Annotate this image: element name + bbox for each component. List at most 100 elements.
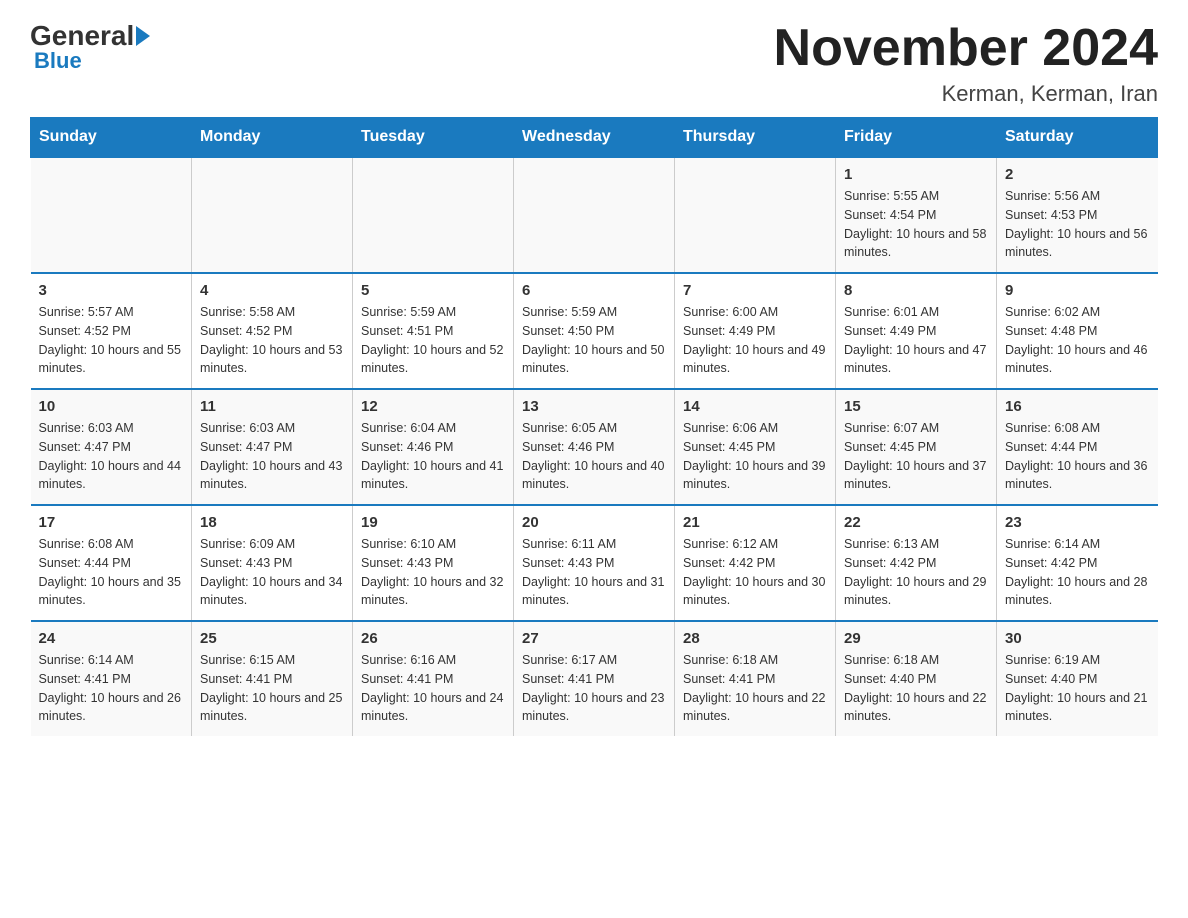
calendar-day-26: 26 Sunrise: 6:16 AMSunset: 4:41 PMDayligh… xyxy=(353,621,514,736)
calendar-day-18: 18 Sunrise: 6:09 AMSunset: 4:43 PMDayligh… xyxy=(192,505,353,621)
day-info: Sunrise: 6:08 AMSunset: 4:44 PMDaylight:… xyxy=(1005,419,1150,494)
day-number: 11 xyxy=(200,398,344,415)
weekday-header-thursday: Thursday xyxy=(675,118,836,158)
day-info: Sunrise: 6:03 AMSunset: 4:47 PMDaylight:… xyxy=(39,419,184,494)
day-number: 14 xyxy=(683,398,827,415)
logo-blue-text: Blue xyxy=(34,48,82,74)
day-info: Sunrise: 6:00 AMSunset: 4:49 PMDaylight:… xyxy=(683,303,827,378)
day-number: 4 xyxy=(200,282,344,299)
day-info: Sunrise: 6:03 AMSunset: 4:47 PMDaylight:… xyxy=(200,419,344,494)
calendar-day-7: 7 Sunrise: 6:00 AMSunset: 4:49 PMDaylight… xyxy=(675,273,836,389)
day-number: 12 xyxy=(361,398,505,415)
day-info: Sunrise: 5:59 AMSunset: 4:51 PMDaylight:… xyxy=(361,303,505,378)
day-info: Sunrise: 6:13 AMSunset: 4:42 PMDaylight:… xyxy=(844,535,988,610)
day-info: Sunrise: 5:59 AMSunset: 4:50 PMDaylight:… xyxy=(522,303,666,378)
day-info: Sunrise: 6:08 AMSunset: 4:44 PMDaylight:… xyxy=(39,535,184,610)
calendar-day-15: 15 Sunrise: 6:07 AMSunset: 4:45 PMDayligh… xyxy=(836,389,997,505)
day-number: 19 xyxy=(361,514,505,531)
day-number: 20 xyxy=(522,514,666,531)
day-info: Sunrise: 6:19 AMSunset: 4:40 PMDaylight:… xyxy=(1005,651,1150,726)
calendar-day-19: 19 Sunrise: 6:10 AMSunset: 4:43 PMDayligh… xyxy=(353,505,514,621)
calendar-week-row: 1Sunrise: 5:55 AMSunset: 4:54 PMDaylight… xyxy=(31,157,1158,273)
calendar-day-5: 5 Sunrise: 5:59 AMSunset: 4:51 PMDaylight… xyxy=(353,273,514,389)
day-info: Sunrise: 6:16 AMSunset: 4:41 PMDaylight:… xyxy=(361,651,505,726)
day-info: Sunrise: 6:14 AMSunset: 4:42 PMDaylight:… xyxy=(1005,535,1150,610)
calendar-day-8: 8Sunrise: 6:01 AMSunset: 4:49 PMDaylight… xyxy=(836,273,997,389)
calendar-week-row: 17 Sunrise: 6:08 AMSunset: 4:44 PMDayligh… xyxy=(31,505,1158,621)
calendar-day-2: 2 Sunrise: 5:56 AMSunset: 4:53 PMDaylight… xyxy=(997,157,1158,273)
calendar-day-4: 4 Sunrise: 5:58 AMSunset: 4:52 PMDaylight… xyxy=(192,273,353,389)
day-info: Sunrise: 6:10 AMSunset: 4:43 PMDaylight:… xyxy=(361,535,505,610)
calendar-day-28: 28 Sunrise: 6:18 AMSunset: 4:41 PMDayligh… xyxy=(675,621,836,736)
calendar-day-11: 11 Sunrise: 6:03 AMSunset: 4:47 PMDayligh… xyxy=(192,389,353,505)
day-info: Sunrise: 5:57 AMSunset: 4:52 PMDaylight:… xyxy=(39,303,184,378)
day-number: 22 xyxy=(844,514,988,531)
calendar-day-14: 14 Sunrise: 6:06 AMSunset: 4:45 PMDayligh… xyxy=(675,389,836,505)
day-number: 10 xyxy=(39,398,184,415)
page-header: General Blue November 2024 Kerman, Kerma… xyxy=(30,20,1158,107)
day-number: 26 xyxy=(361,630,505,647)
day-number: 16 xyxy=(1005,398,1150,415)
weekday-header-saturday: Saturday xyxy=(997,118,1158,158)
weekday-header-tuesday: Tuesday xyxy=(353,118,514,158)
calendar-week-row: 24Sunrise: 6:14 AMSunset: 4:41 PMDayligh… xyxy=(31,621,1158,736)
calendar-day-27: 27 Sunrise: 6:17 AMSunset: 4:41 PMDayligh… xyxy=(514,621,675,736)
calendar-empty-cell xyxy=(192,157,353,273)
day-number: 17 xyxy=(39,514,184,531)
day-number: 23 xyxy=(1005,514,1150,531)
calendar-table: SundayMondayTuesdayWednesdayThursdayFrid… xyxy=(30,117,1158,736)
calendar-week-row: 3Sunrise: 5:57 AMSunset: 4:52 PMDaylight… xyxy=(31,273,1158,389)
day-number: 27 xyxy=(522,630,666,647)
day-info: Sunrise: 6:17 AMSunset: 4:41 PMDaylight:… xyxy=(522,651,666,726)
day-info: Sunrise: 6:07 AMSunset: 4:45 PMDaylight:… xyxy=(844,419,988,494)
day-number: 15 xyxy=(844,398,988,415)
month-title: November 2024 xyxy=(774,20,1158,77)
calendar-empty-cell xyxy=(675,157,836,273)
weekday-header-friday: Friday xyxy=(836,118,997,158)
day-number: 2 xyxy=(1005,166,1150,183)
weekday-header-sunday: Sunday xyxy=(31,118,192,158)
calendar-day-10: 10 Sunrise: 6:03 AMSunset: 4:47 PMDayligh… xyxy=(31,389,192,505)
calendar-day-29: 29 Sunrise: 6:18 AMSunset: 4:40 PMDayligh… xyxy=(836,621,997,736)
day-number: 29 xyxy=(844,630,988,647)
day-number: 8 xyxy=(844,282,988,299)
weekday-header-monday: Monday xyxy=(192,118,353,158)
calendar-day-23: 23 Sunrise: 6:14 AMSunset: 4:42 PMDayligh… xyxy=(997,505,1158,621)
calendar-day-24: 24Sunrise: 6:14 AMSunset: 4:41 PMDayligh… xyxy=(31,621,192,736)
day-number: 28 xyxy=(683,630,827,647)
calendar-day-1: 1Sunrise: 5:55 AMSunset: 4:54 PMDaylight… xyxy=(836,157,997,273)
weekday-header-wednesday: Wednesday xyxy=(514,118,675,158)
day-info: Sunrise: 5:55 AMSunset: 4:54 PMDaylight:… xyxy=(844,187,988,262)
calendar-empty-cell xyxy=(353,157,514,273)
calendar-header-row: SundayMondayTuesdayWednesdayThursdayFrid… xyxy=(31,118,1158,158)
day-number: 18 xyxy=(200,514,344,531)
day-info: Sunrise: 6:04 AMSunset: 4:46 PMDaylight:… xyxy=(361,419,505,494)
day-info: Sunrise: 5:56 AMSunset: 4:53 PMDaylight:… xyxy=(1005,187,1150,262)
day-number: 5 xyxy=(361,282,505,299)
calendar-empty-cell xyxy=(514,157,675,273)
day-info: Sunrise: 6:09 AMSunset: 4:43 PMDaylight:… xyxy=(200,535,344,610)
logo: General Blue xyxy=(30,20,152,74)
day-number: 25 xyxy=(200,630,344,647)
calendar-day-25: 25Sunrise: 6:15 AMSunset: 4:41 PMDayligh… xyxy=(192,621,353,736)
day-number: 7 xyxy=(683,282,827,299)
day-info: Sunrise: 6:14 AMSunset: 4:41 PMDaylight:… xyxy=(39,651,184,726)
calendar-week-row: 10 Sunrise: 6:03 AMSunset: 4:47 PMDayligh… xyxy=(31,389,1158,505)
location-label: Kerman, Kerman, Iran xyxy=(774,81,1158,107)
calendar-day-17: 17 Sunrise: 6:08 AMSunset: 4:44 PMDayligh… xyxy=(31,505,192,621)
calendar-day-9: 9Sunrise: 6:02 AMSunset: 4:48 PMDaylight… xyxy=(997,273,1158,389)
day-number: 13 xyxy=(522,398,666,415)
day-info: Sunrise: 6:18 AMSunset: 4:40 PMDaylight:… xyxy=(844,651,988,726)
calendar-day-16: 16 Sunrise: 6:08 AMSunset: 4:44 PMDayligh… xyxy=(997,389,1158,505)
day-info: Sunrise: 5:58 AMSunset: 4:52 PMDaylight:… xyxy=(200,303,344,378)
day-info: Sunrise: 6:05 AMSunset: 4:46 PMDaylight:… xyxy=(522,419,666,494)
calendar-day-20: 20 Sunrise: 6:11 AMSunset: 4:43 PMDayligh… xyxy=(514,505,675,621)
day-info: Sunrise: 6:18 AMSunset: 4:41 PMDaylight:… xyxy=(683,651,827,726)
title-area: November 2024 Kerman, Kerman, Iran xyxy=(774,20,1158,107)
logo-triangle-icon xyxy=(136,26,150,46)
day-info: Sunrise: 6:11 AMSunset: 4:43 PMDaylight:… xyxy=(522,535,666,610)
calendar-day-22: 22 Sunrise: 6:13 AMSunset: 4:42 PMDayligh… xyxy=(836,505,997,621)
calendar-day-3: 3Sunrise: 5:57 AMSunset: 4:52 PMDaylight… xyxy=(31,273,192,389)
day-info: Sunrise: 6:06 AMSunset: 4:45 PMDaylight:… xyxy=(683,419,827,494)
day-number: 21 xyxy=(683,514,827,531)
